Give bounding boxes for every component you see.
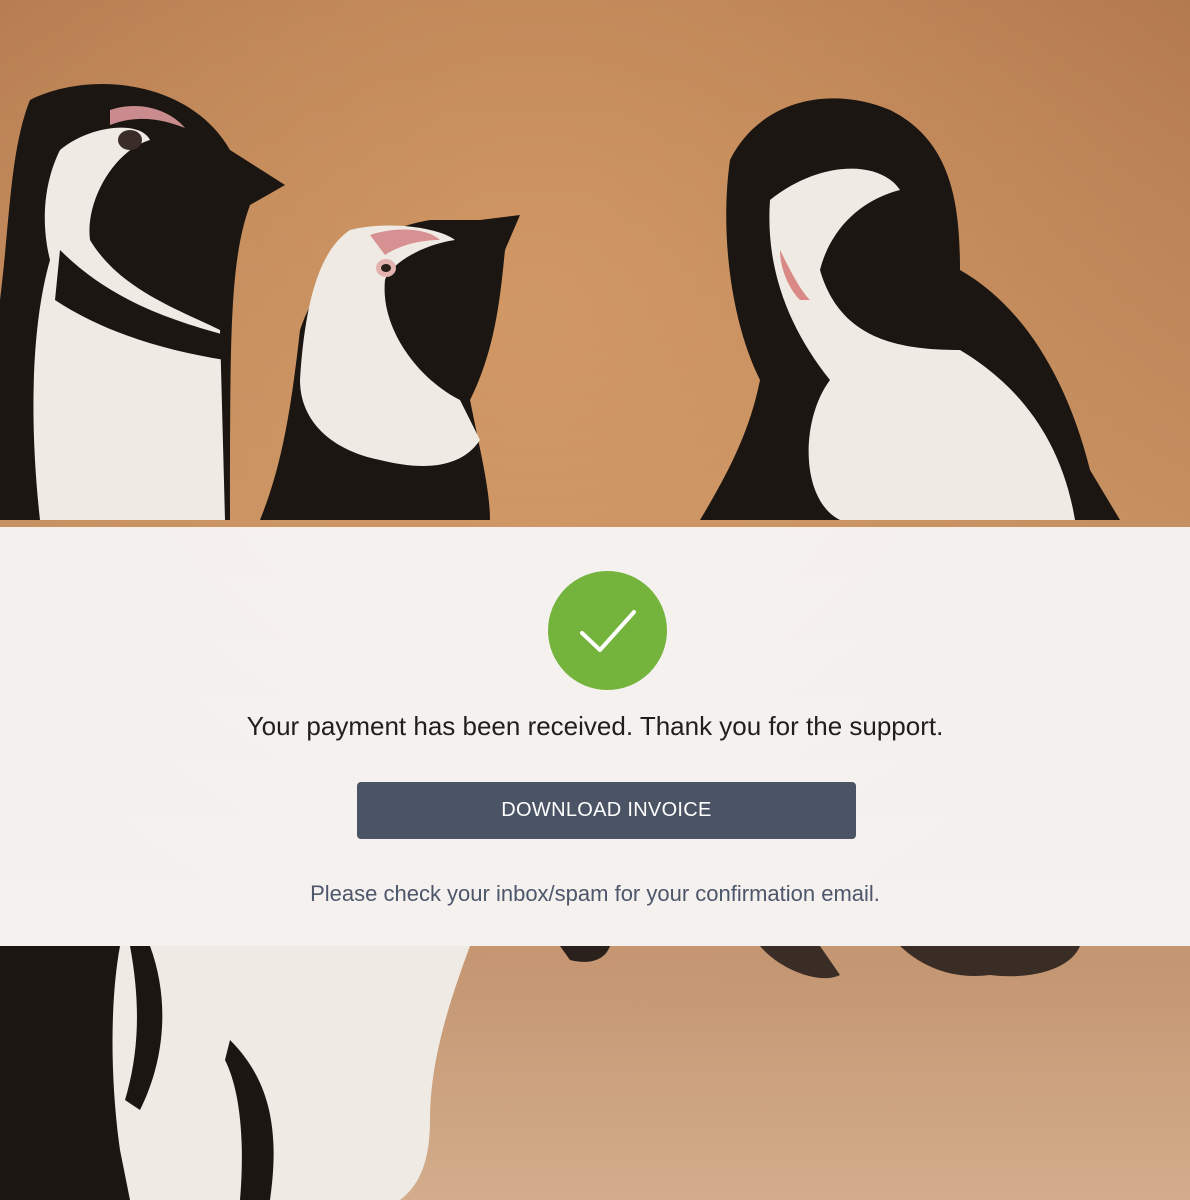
email-check-notice: Please check your inbox/spam for your co…	[310, 881, 880, 906]
success-check-icon	[548, 571, 667, 690]
download-invoice-button[interactable]: DOWNLOAD INVOICE	[357, 782, 856, 839]
payment-confirmation-message: Your payment has been received. Thank yo…	[246, 711, 944, 741]
